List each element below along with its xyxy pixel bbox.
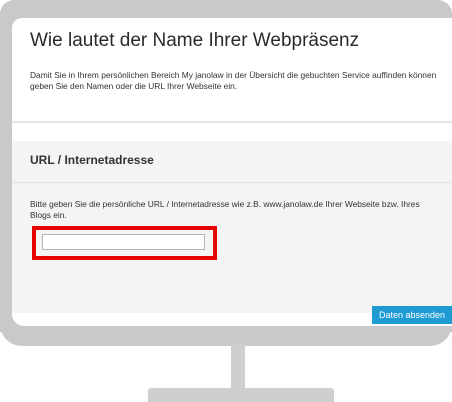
section-divider bbox=[12, 121, 452, 123]
url-section-panel: URL / Internetadresse Bitte geben Sie di… bbox=[12, 141, 452, 313]
input-highlight-box bbox=[32, 226, 217, 260]
page-title: Wie lautet der Name Ihrer Webpräsenz bbox=[30, 30, 360, 51]
monitor-stand-base bbox=[148, 388, 334, 402]
panel-divider bbox=[12, 182, 452, 183]
monitor-stand-neck bbox=[231, 344, 245, 390]
url-section-heading: URL / Internetadresse bbox=[30, 153, 154, 167]
monitor-screen: Wie lautet der Name Ihrer Webpräsenz Dam… bbox=[12, 18, 452, 326]
page-description: Damit Sie in Ihrem persönlichen Bereich … bbox=[30, 70, 437, 91]
url-hint-text: Bitte geben Sie die persönliche URL / In… bbox=[30, 199, 420, 220]
submit-button[interactable]: Daten absenden bbox=[372, 306, 452, 324]
